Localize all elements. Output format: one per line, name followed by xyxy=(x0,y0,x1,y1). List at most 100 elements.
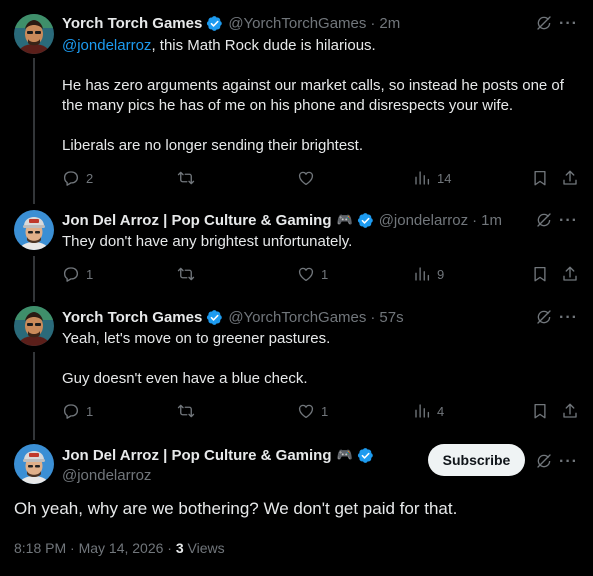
share-icon xyxy=(561,265,579,283)
separator-dot: · xyxy=(472,211,478,229)
like-button[interactable]: 1 xyxy=(297,265,328,283)
bookmark-button[interactable] xyxy=(531,169,549,187)
reply-icon xyxy=(62,265,80,283)
retweet-button[interactable] xyxy=(177,265,195,283)
more-icon[interactable]: ··· xyxy=(559,213,577,233)
views-button[interactable]: 4 xyxy=(413,402,444,420)
share-button[interactable] xyxy=(561,402,579,420)
views-icon xyxy=(413,169,431,187)
text-paragraph: Liberals are no longer sending their bri… xyxy=(62,137,364,154)
views-button[interactable]: 9 xyxy=(413,265,444,283)
tweet-header: Jon Del Arroz | Pop Culture & Gaming 🎮 xyxy=(62,445,374,465)
avatar[interactable] xyxy=(14,14,54,54)
verified-badge-icon xyxy=(357,447,374,464)
main-tweet-text: Oh yeah, why are we bothering? We don't … xyxy=(14,499,458,518)
tweet-meta: 8:18 PM · May 14, 2026 · 3 Views xyxy=(14,540,225,556)
author-handle[interactable]: @jondelarroz xyxy=(62,467,151,484)
author-name[interactable]: Jon Del Arroz | Pop Culture & Gaming xyxy=(62,212,332,229)
bookmark-icon xyxy=(531,402,549,420)
like-icon xyxy=(297,169,315,187)
text-paragraph: Yeah, let's move on to greener pastures. xyxy=(62,330,331,347)
tweet-header: Yorch Torch Games @YorchTorchGames · 57s xyxy=(62,307,404,327)
action-bar: 1 1 9 xyxy=(62,265,579,285)
avatar[interactable] xyxy=(14,210,54,250)
author-name[interactable]: Jon Del Arroz | Pop Culture & Gaming xyxy=(62,447,332,464)
views-icon xyxy=(413,265,431,283)
reply-button[interactable]: 1 xyxy=(62,402,93,420)
reply-button[interactable]: 1 xyxy=(62,265,93,283)
gamepad-icon: 🎮 xyxy=(336,212,353,227)
action-bar: 2 14 xyxy=(62,169,579,189)
reply-count: 1 xyxy=(86,266,94,282)
share-button[interactable] xyxy=(561,169,579,187)
grok-icon[interactable] xyxy=(535,14,553,32)
retweet-button[interactable] xyxy=(177,402,195,420)
author-handle[interactable]: @jondelarroz xyxy=(379,212,468,229)
tweet-1[interactable]: Yorch Torch Games @YorchTorchGames · 2m … xyxy=(0,0,593,204)
timestamp[interactable]: 57s xyxy=(379,309,403,326)
views-count: 14 xyxy=(437,170,452,186)
author-handle[interactable]: @YorchTorchGames xyxy=(228,15,366,32)
bookmark-icon xyxy=(531,169,549,187)
views-icon xyxy=(413,402,431,420)
like-count: 1 xyxy=(321,403,329,419)
views-button[interactable]: 14 xyxy=(413,169,451,187)
grok-icon[interactable] xyxy=(535,211,553,229)
reply-icon xyxy=(62,402,80,420)
gamepad-icon: 🎮 xyxy=(336,447,353,462)
author-name[interactable]: Yorch Torch Games xyxy=(62,15,202,32)
tweet-3[interactable]: Yorch Torch Games @YorchTorchGames · 57s… xyxy=(0,296,593,440)
separator-dot: · xyxy=(370,308,376,326)
handle-row: @jondelarroz xyxy=(62,465,151,485)
like-button[interactable] xyxy=(297,169,321,187)
grok-icon[interactable] xyxy=(535,452,553,470)
text-line: , this Math Rock dude is hilarious. xyxy=(151,37,376,54)
timestamp[interactable]: 1m xyxy=(481,212,502,229)
text-paragraph: He has zero arguments against our market… xyxy=(62,77,564,114)
tweet-text: @jondelarroz, this Math Rock dude is hil… xyxy=(62,36,575,156)
text-paragraph: Guy doesn't even have a blue check. xyxy=(62,370,308,387)
avatar[interactable] xyxy=(14,444,54,484)
grok-icon[interactable] xyxy=(535,308,553,326)
retweet-button[interactable] xyxy=(177,169,195,187)
author-name[interactable]: Yorch Torch Games xyxy=(62,309,202,326)
tweet-2[interactable]: Jon Del Arroz | Pop Culture & Gaming 🎮 @… xyxy=(0,200,593,302)
reply-count: 2 xyxy=(86,170,94,186)
retweet-icon xyxy=(177,402,195,420)
views-count: 4 xyxy=(437,403,445,419)
mention-link[interactable]: @jondelarroz xyxy=(62,37,151,54)
more-icon[interactable]: ··· xyxy=(559,16,577,36)
retweet-icon xyxy=(177,265,195,283)
like-icon xyxy=(297,265,315,283)
reply-button[interactable]: 2 xyxy=(62,169,93,187)
more-icon[interactable]: ··· xyxy=(559,454,577,474)
views-label: Views xyxy=(187,540,225,556)
separator-dot: · xyxy=(370,14,376,32)
author-handle[interactable]: @YorchTorchGames xyxy=(228,309,366,326)
bookmark-button[interactable] xyxy=(531,265,549,283)
share-icon xyxy=(561,169,579,187)
like-count: 1 xyxy=(321,266,329,282)
tweet-header: Jon Del Arroz | Pop Culture & Gaming 🎮 @… xyxy=(62,210,502,230)
bookmark-icon xyxy=(531,265,549,283)
subscribe-button[interactable]: Subscribe xyxy=(428,444,525,476)
avatar[interactable] xyxy=(14,306,54,346)
timestamp[interactable]: 2m xyxy=(379,15,400,32)
post-timestamp[interactable]: 8:18 PM · May 14, 2026 · xyxy=(14,540,176,556)
verified-badge-icon xyxy=(357,212,374,229)
tweet-header: Yorch Torch Games @YorchTorchGames · 2m xyxy=(62,13,400,33)
text-paragraph: They don't have any brightest unfortunat… xyxy=(62,233,353,250)
share-button[interactable] xyxy=(561,265,579,283)
verified-badge-icon xyxy=(206,15,223,32)
verified-badge-icon xyxy=(206,309,223,326)
views-count: 3 xyxy=(175,540,184,556)
action-bar: 1 1 4 xyxy=(62,402,579,422)
bookmark-button[interactable] xyxy=(531,402,549,420)
thread-line xyxy=(33,58,35,204)
share-icon xyxy=(561,402,579,420)
like-button[interactable]: 1 xyxy=(297,402,328,420)
reply-icon xyxy=(62,169,80,187)
retweet-icon xyxy=(177,169,195,187)
tweet-text: They don't have any brightest unfortunat… xyxy=(62,232,575,252)
more-icon[interactable]: ··· xyxy=(559,310,577,330)
